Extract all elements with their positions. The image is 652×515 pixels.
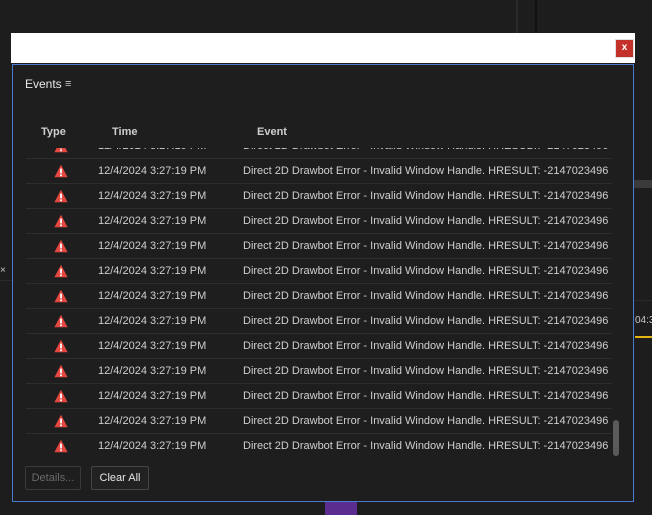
- event-time: 12/4/2024 3:27:19 PM: [98, 290, 207, 302]
- event-message: Direct 2D Drawbot Error - Invalid Window…: [243, 390, 609, 402]
- scrollbar-track[interactable]: [612, 148, 620, 458]
- details-button[interactable]: Details...: [25, 466, 81, 490]
- event-message: Direct 2D Drawbot Error - Invalid Window…: [243, 240, 609, 252]
- table-row[interactable]: 12/4/2024 3:27:19 PM Direct 2D Drawbot Er…: [26, 434, 612, 458]
- table-row[interactable]: 12/4/2024 3:27:19 PM Direct 2D Drawbot Er…: [26, 309, 612, 334]
- table-row-partial[interactable]: 12/4/2024 3:27:19 PM Direct 2D Drawbot Er…: [26, 148, 612, 159]
- background-close-icon: ×: [0, 265, 6, 276]
- scrollbar-thumb[interactable]: [613, 420, 619, 456]
- table-row[interactable]: 12/4/2024 3:27:19 PM Direct 2D Drawbot Er…: [26, 159, 612, 184]
- error-warning-icon: [54, 189, 68, 203]
- event-time: 12/4/2024 3:27:19 PM: [98, 440, 207, 452]
- close-icon: x: [621, 42, 628, 53]
- event-message: Direct 2D Drawbot Error - Invalid Window…: [243, 415, 609, 427]
- background-timecode: 04:3: [635, 315, 652, 326]
- error-warning-icon: [54, 164, 68, 178]
- error-warning-icon: [54, 439, 68, 453]
- event-message: Direct 2D Drawbot Error - Invalid Window…: [243, 148, 608, 152]
- event-time: 12/4/2024 3:27:19 PM: [98, 215, 207, 227]
- error-warning-icon: [54, 289, 68, 303]
- event-time: 12/4/2024 3:27:19 PM: [98, 190, 207, 202]
- error-warning-icon: [54, 414, 68, 428]
- error-warning-icon: [54, 239, 68, 253]
- error-warning-icon: [54, 214, 68, 228]
- events-table: 12/4/2024 3:27:19 PM Direct 2D Drawbot Er…: [26, 148, 612, 458]
- background-clip: [325, 502, 357, 515]
- event-time: 12/4/2024 3:27:19 PM: [98, 340, 207, 352]
- dialog-titlebar: [11, 33, 635, 63]
- event-time: 12/4/2024 3:27:19 PM: [98, 148, 206, 152]
- table-row[interactable]: 12/4/2024 3:27:19 PM Direct 2D Drawbot Er…: [26, 359, 612, 384]
- event-message: Direct 2D Drawbot Error - Invalid Window…: [243, 265, 609, 277]
- table-row[interactable]: 12/4/2024 3:27:19 PM Direct 2D Drawbot Er…: [26, 384, 612, 409]
- clear-all-button[interactable]: Clear All: [91, 466, 149, 490]
- table-row[interactable]: 12/4/2024 3:27:19 PM Direct 2D Drawbot Er…: [26, 184, 612, 209]
- table-row[interactable]: 12/4/2024 3:27:19 PM Direct 2D Drawbot Er…: [26, 209, 612, 234]
- error-warning-icon: [54, 364, 68, 378]
- table-row[interactable]: 12/4/2024 3:27:19 PM Direct 2D Drawbot Er…: [26, 234, 612, 259]
- background-divider: [516, 0, 518, 33]
- background-playhead-line: [635, 336, 652, 338]
- table-row[interactable]: 12/4/2024 3:27:19 PM Direct 2D Drawbot Er…: [26, 409, 612, 434]
- event-message: Direct 2D Drawbot Error - Invalid Window…: [243, 215, 609, 227]
- background-divider: [634, 300, 652, 301]
- background-scrollbar: [634, 180, 652, 188]
- event-message: Direct 2D Drawbot Error - Invalid Window…: [243, 340, 609, 352]
- event-message: Direct 2D Drawbot Error - Invalid Window…: [243, 190, 609, 202]
- table-row[interactable]: 12/4/2024 3:27:19 PM Direct 2D Drawbot Er…: [26, 259, 612, 284]
- events-panel: Events ≡ Type Time Event 12/4/2024 3:27:…: [12, 64, 634, 502]
- column-header-time[interactable]: Time: [112, 126, 137, 138]
- background-divider: [535, 0, 537, 33]
- event-time: 12/4/2024 3:27:19 PM: [98, 390, 207, 402]
- panel-title: Events: [25, 77, 62, 91]
- error-warning-icon: [54, 389, 68, 403]
- column-header-type[interactable]: Type: [41, 126, 66, 138]
- column-header-event[interactable]: Event: [257, 126, 287, 138]
- table-row[interactable]: 12/4/2024 3:27:19 PM Direct 2D Drawbot Er…: [26, 284, 612, 309]
- event-message: Direct 2D Drawbot Error - Invalid Window…: [243, 440, 609, 452]
- close-button[interactable]: x: [615, 39, 634, 58]
- event-message: Direct 2D Drawbot Error - Invalid Window…: [243, 365, 609, 377]
- event-time: 12/4/2024 3:27:19 PM: [98, 365, 207, 377]
- event-time: 12/4/2024 3:27:19 PM: [98, 415, 207, 427]
- error-warning-icon: [54, 148, 68, 153]
- panel-menu-icon[interactable]: ≡: [65, 78, 71, 90]
- background-divider: [0, 280, 12, 281]
- table-row[interactable]: 12/4/2024 3:27:19 PM Direct 2D Drawbot Er…: [26, 334, 612, 359]
- event-message: Direct 2D Drawbot Error - Invalid Window…: [243, 315, 609, 327]
- error-warning-icon: [54, 314, 68, 328]
- error-warning-icon: [54, 339, 68, 353]
- event-time: 12/4/2024 3:27:19 PM: [98, 165, 207, 177]
- error-warning-icon: [54, 264, 68, 278]
- event-time: 12/4/2024 3:27:19 PM: [98, 315, 207, 327]
- event-message: Direct 2D Drawbot Error - Invalid Window…: [243, 290, 609, 302]
- event-message: Direct 2D Drawbot Error - Invalid Window…: [243, 165, 609, 177]
- event-time: 12/4/2024 3:27:19 PM: [98, 240, 207, 252]
- event-time: 12/4/2024 3:27:19 PM: [98, 265, 207, 277]
